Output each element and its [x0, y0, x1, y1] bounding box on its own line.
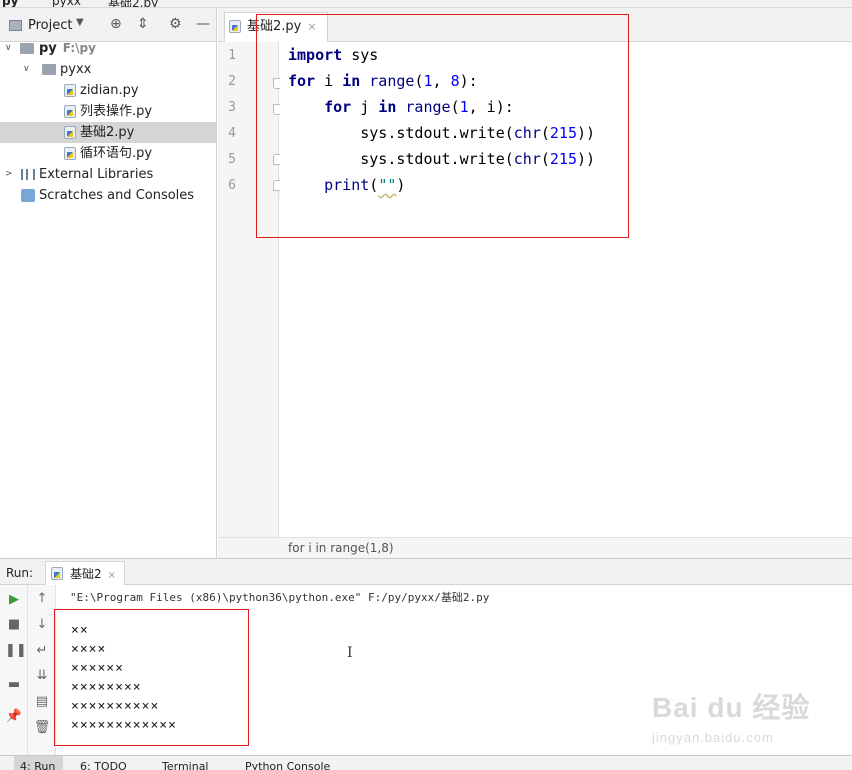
watermark: Bai du 经验 jingyan.baidu.com [652, 686, 810, 745]
watermark-url: jingyan.baidu.com [652, 730, 774, 745]
tree-item-loop[interactable]: 循环语句.py [0, 143, 216, 164]
locate-icon[interactable]: ⊕ [110, 16, 122, 32]
collapse-all-icon[interactable]: ⇕ [137, 16, 149, 32]
chevron-right-icon[interactable]: > [5, 164, 13, 185]
run-toolbar-primary: ▶ ■ ❚❚ ▬ 📌 [0, 585, 28, 755]
tree-item-jichu2[interactable]: 基础2.py [0, 122, 216, 143]
line-number: 6 [228, 178, 236, 193]
python-file-icon [51, 567, 63, 580]
chevron-down-icon[interactable]: ∨ [23, 59, 30, 80]
code-line-2: for i in range(1, 8): [288, 72, 478, 90]
line-number: 3 [228, 100, 236, 115]
tree-item-label: pyxx [60, 62, 92, 77]
gear-icon[interactable]: ⚙ [169, 16, 182, 32]
tool-window-bar: 4: Run 6: TODO Terminal Python Console [0, 755, 852, 770]
tree-item-pyxx[interactable]: ∨ pyxx [0, 59, 216, 80]
tree-item-py[interactable]: ∨ py F:\py [0, 38, 216, 59]
console-output-line: ×× [71, 623, 89, 638]
rerun-play-icon[interactable]: ▶ [5, 591, 23, 609]
tree-item-list-ops[interactable]: 列表操作.py [0, 101, 216, 122]
print-icon[interactable]: ▤ [33, 693, 51, 711]
chevron-down-icon[interactable]: ∨ [5, 38, 12, 59]
console-output-line: ×××××××××××× [71, 718, 177, 733]
console-output-line: ×××××××× [71, 680, 142, 695]
project-panel: Project ▼ ⊕ ⇕ ⚙ — ∨ py F:\py ∨ pyxx zidia… [0, 8, 217, 558]
scratches-icon [21, 189, 35, 202]
run-tab-label: 基础2 [70, 567, 102, 581]
tree-item-zidian[interactable]: zidian.py [0, 80, 216, 101]
python-file-icon [64, 84, 76, 97]
tree-item-path: F:\py [62, 41, 96, 55]
editor-tab-bar: 基础2.py × [218, 8, 852, 42]
project-view-selector[interactable]: Project [28, 18, 72, 33]
code-line-3: for j in range(1, i): [324, 98, 514, 116]
line-number: 4 [228, 126, 236, 141]
watermark-logo: Bai du 经验 [652, 692, 811, 723]
tab-jichu2[interactable]: 基础2.py × [224, 12, 328, 42]
run-label: Run: [6, 566, 34, 580]
scroll-to-end-icon[interactable]: ⇊ [33, 667, 51, 685]
project-panel-header: Project ▼ ⊕ ⇕ ⚙ — [0, 8, 216, 42]
code-breadcrumb: for i in range(1,8) [218, 537, 852, 558]
folder-icon [42, 64, 56, 75]
soft-wrap-icon[interactable]: ↵ [33, 642, 51, 660]
stop-icon[interactable]: ■ [5, 616, 23, 634]
code-line-5: sys.stdout.write(chr(215)) [288, 150, 596, 168]
text-cursor-icon: I [347, 645, 353, 661]
arrow-up-icon[interactable]: ↑ [33, 590, 51, 608]
trash-icon[interactable]: 🗑 [33, 719, 51, 737]
folder-icon [20, 43, 34, 54]
tool-tab-todo[interactable]: 6: TODO [80, 760, 127, 770]
code-line-6: print("") [324, 176, 406, 194]
arrow-down-icon[interactable]: ↓ [33, 616, 51, 634]
line-number: 5 [228, 152, 236, 167]
code-line-4: sys.stdout.write(chr(215)) [288, 124, 596, 142]
code-breadcrumb-label[interactable]: for i in range(1,8) [288, 541, 394, 555]
console-output-line: ×××××× [71, 661, 124, 676]
hide-panel-icon[interactable]: — [196, 16, 210, 32]
code-editor[interactable]: import sys for i in range(1, 8): for j i… [280, 42, 852, 537]
pause-icon[interactable]: ❚❚ [5, 642, 27, 660]
pin-icon[interactable]: 📌 [5, 708, 23, 726]
console-command-line: "E:\Program Files (x86)\python36\python.… [70, 591, 490, 604]
breadcrumb-file[interactable]: 基础2.py [108, 0, 158, 7]
tree-item-external-libraries[interactable]: > External Libraries [0, 164, 216, 185]
chevron-down-icon[interactable]: ▼ [76, 17, 84, 28]
python-file-icon [64, 105, 76, 118]
tool-tab-terminal[interactable]: Terminal [162, 760, 209, 770]
tree-item-label: Scratches and Consoles [39, 188, 195, 203]
run-panel-header: Run: 基础2 × [0, 558, 852, 586]
tree-item-label: External Libraries [39, 167, 154, 182]
library-icon [21, 169, 35, 180]
tree-item-label: 列表操作.py [80, 104, 153, 119]
close-icon[interactable]: × [108, 570, 116, 581]
console-output-line: ×××× [71, 642, 107, 657]
line-number: 1 [228, 48, 236, 63]
tab-run-jichu2[interactable]: 基础2 × [45, 561, 126, 586]
tree-item-label: 循环语句.py [80, 146, 153, 161]
run-toolbar-secondary: ↑ ↓ ↵ ⇊ ▤ 🗑 [28, 585, 56, 755]
console-output-line: ×××××××××× [71, 699, 160, 714]
tool-tab-python-console[interactable]: Python Console [245, 760, 330, 770]
python-file-icon [64, 147, 76, 160]
editor-gutter: 1 2 3 4 5 6 [218, 42, 283, 537]
tab-label: 基础2.py [247, 19, 302, 34]
python-file-icon [64, 126, 76, 139]
line-number: 2 [228, 74, 236, 89]
navigation-breadcrumb: py pyxx 基础2.py [0, 0, 852, 8]
project-icon [9, 20, 22, 31]
tree-item-label: zidian.py [80, 83, 139, 98]
breadcrumb-root[interactable]: py [2, 0, 18, 7]
close-icon[interactable]: × [307, 20, 316, 33]
tree-item-scratches[interactable]: Scratches and Consoles [0, 185, 216, 206]
tool-tab-run[interactable]: 4: Run [14, 756, 64, 770]
code-line-1: import sys [288, 46, 379, 64]
layout-icon[interactable]: ▬ [5, 676, 23, 694]
python-file-icon [229, 20, 241, 33]
tree-item-label: py [39, 41, 57, 56]
tree-item-label: 基础2.py [80, 125, 135, 140]
breadcrumb-folder[interactable]: pyxx [52, 0, 81, 7]
